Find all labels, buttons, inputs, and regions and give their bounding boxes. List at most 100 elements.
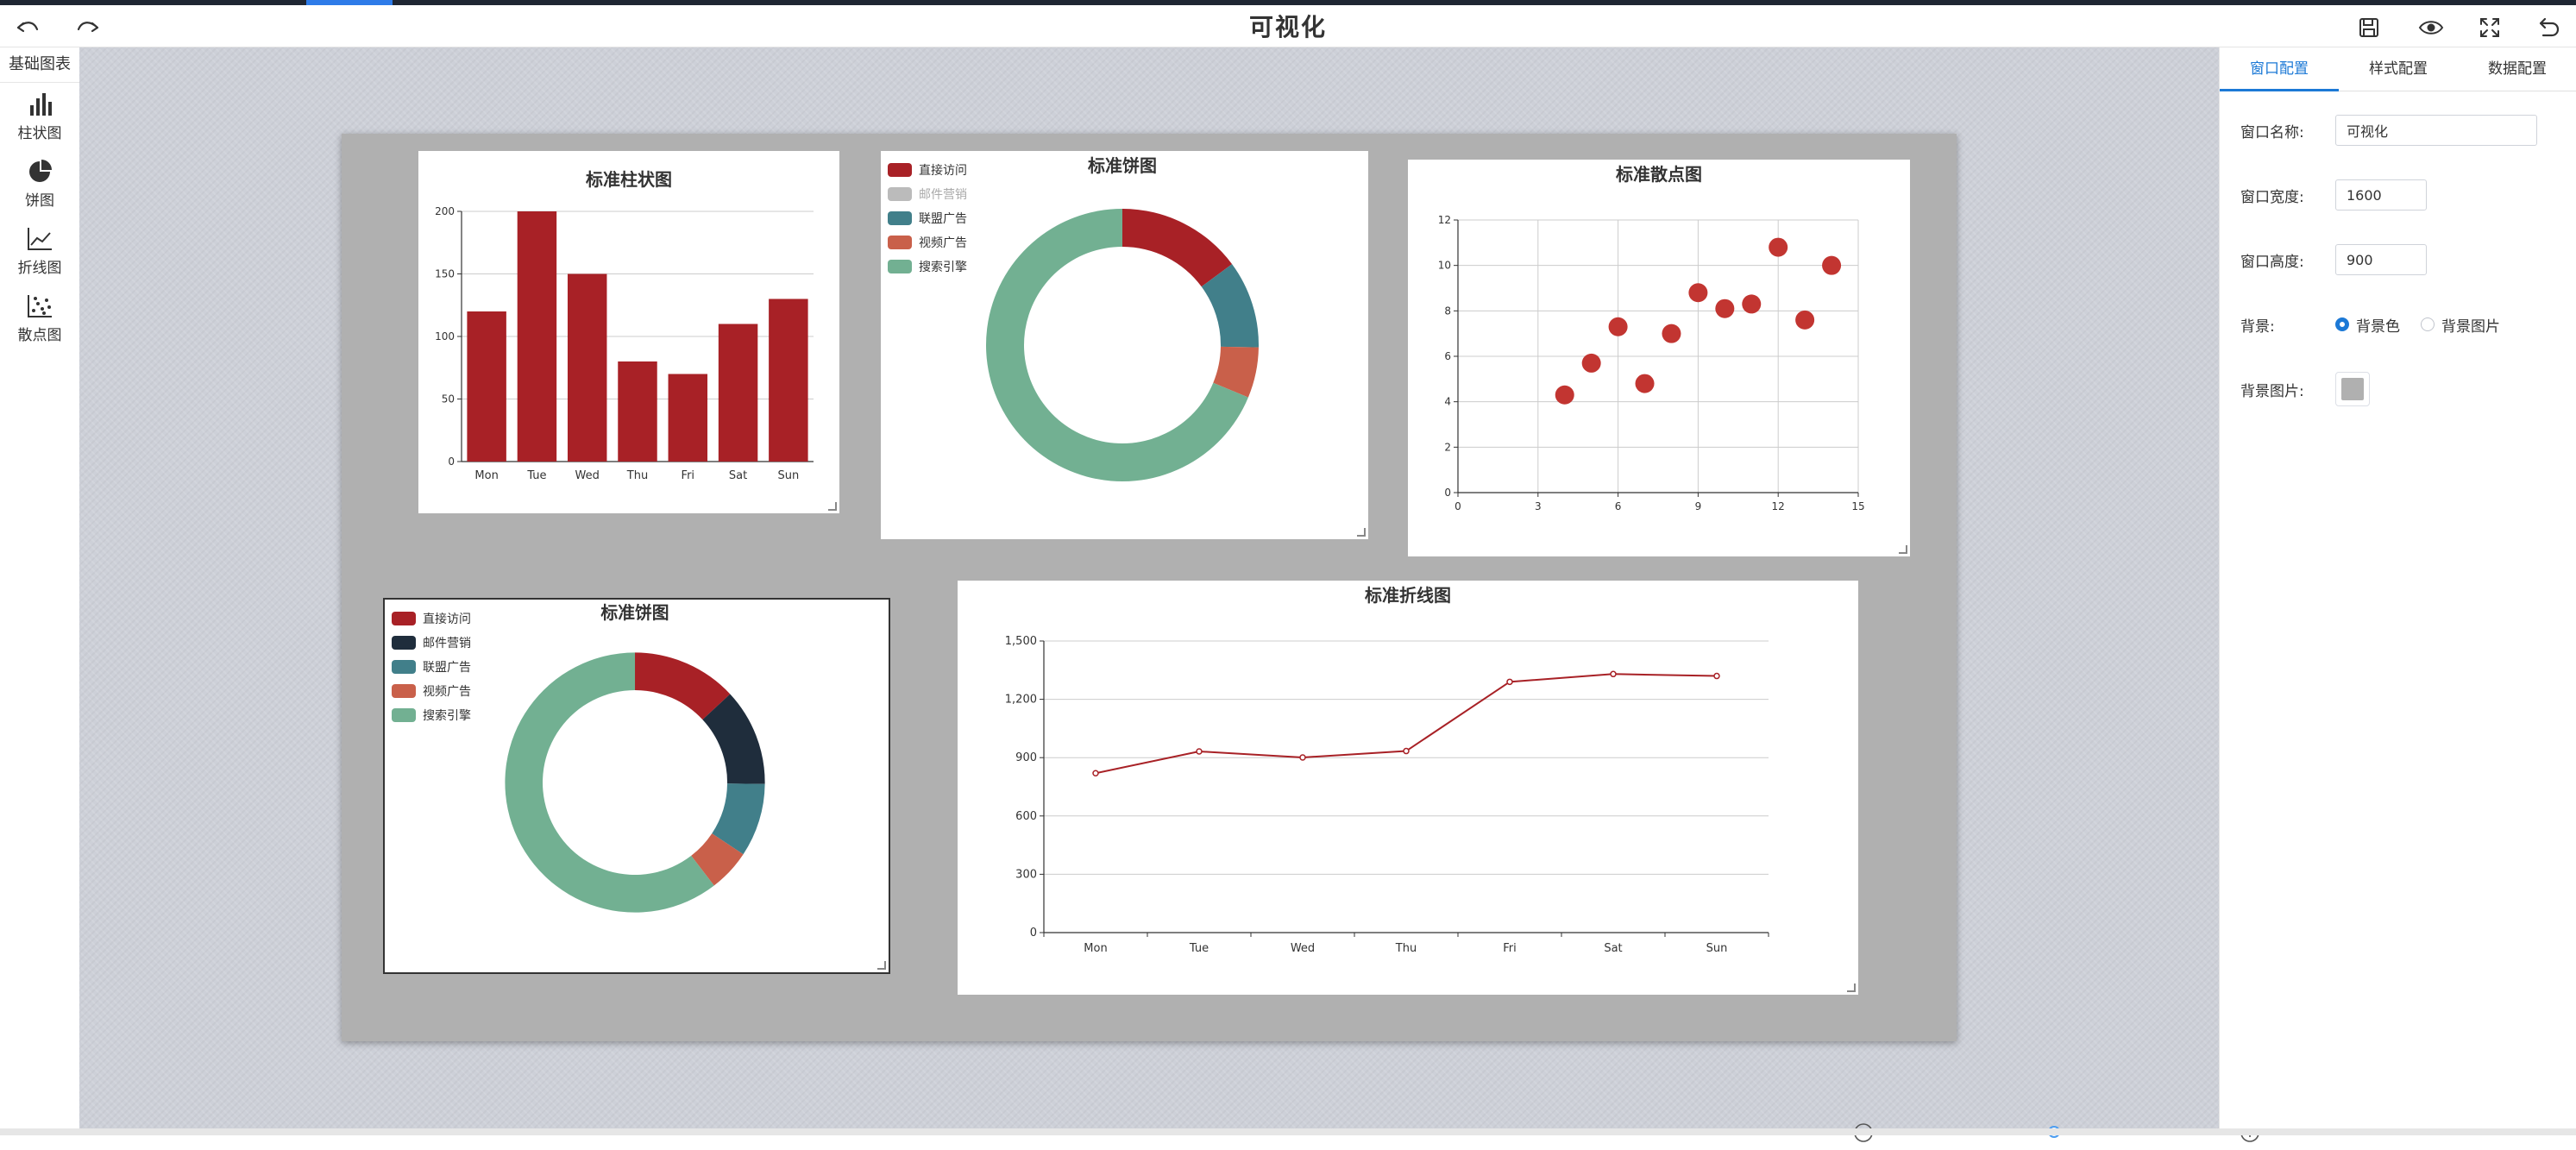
legend-item[interactable]: 联盟广告 bbox=[392, 655, 471, 679]
bar-chart-icon bbox=[30, 92, 52, 116]
form-row-bg-image: 背景图片: bbox=[2240, 372, 2370, 406]
background-color-swatch bbox=[2341, 378, 2364, 400]
legend-swatch bbox=[888, 211, 912, 225]
line-point bbox=[1713, 672, 1720, 680]
background-color-picker[interactable] bbox=[2335, 372, 2370, 406]
legend-item[interactable]: 邮件营销 bbox=[392, 631, 471, 655]
legend-swatch bbox=[888, 163, 912, 177]
radio-bg-color[interactable]: 背景色 bbox=[2335, 314, 2400, 336]
canvas-area: 标准柱状图 0 50 100 150 200 Mon Tue Wed Thu Fri Sat Sun 标… bbox=[79, 47, 2259, 1142]
tool-pie-chart[interactable]: 饼图 bbox=[0, 150, 79, 217]
pie-chart-card-2[interactable]: 标准饼图 直接访问 邮件营销联盟广告视频广告 搜索引擎 bbox=[383, 598, 890, 974]
y-tick-label: 100 bbox=[435, 330, 455, 342]
config-panel: 窗口配置 样式配置 数据配置 窗口名称: 窗口宽度: 窗口高度: 背景: 背景色… bbox=[2219, 47, 2576, 1128]
x-tick-label: Thu bbox=[626, 469, 648, 482]
window-height-input[interactable] bbox=[2335, 244, 2427, 275]
bottom-scrollbar[interactable] bbox=[0, 1128, 2576, 1135]
form-row-name: 窗口名称: bbox=[2240, 113, 2537, 148]
legend-item[interactable]: 搜索引擎 bbox=[888, 255, 967, 279]
legend-item[interactable]: 邮件营销 bbox=[888, 182, 967, 206]
y-tick-label: 0 bbox=[1444, 487, 1451, 499]
pie-chart-card-1[interactable]: 标准饼图 直接访问邮件营销 联盟广告 视频广告搜索引擎 bbox=[881, 151, 1368, 539]
config-tabs: 窗口配置 样式配置 数据配置 bbox=[2220, 47, 2576, 91]
legend-label: 联盟广告 bbox=[423, 661, 471, 675]
legend-swatch bbox=[392, 636, 416, 650]
window-width-input[interactable] bbox=[2335, 179, 2427, 211]
y-tick-label: 2 bbox=[1444, 441, 1451, 453]
x-tick-label: 0 bbox=[1454, 500, 1461, 512]
tool-scatter-chart[interactable]: 散点图 bbox=[0, 285, 79, 352]
line-chart-icon bbox=[28, 227, 52, 250]
x-tick-label: 3 bbox=[1535, 500, 1542, 512]
legend-swatch bbox=[392, 708, 416, 722]
radio-bg-image[interactable]: 背景图片 bbox=[2421, 314, 2500, 336]
x-tick-label: Wed bbox=[575, 469, 600, 482]
toolbox-header: 基础图表 bbox=[0, 47, 79, 83]
scatter-point bbox=[1662, 324, 1681, 343]
scatter-chart-card[interactable]: 标准散点图 0 2 4 6 8 10 12 0 3 6 9 12 15 bbox=[1408, 160, 1910, 556]
background-label: 背景: bbox=[2240, 317, 2275, 336]
y-tick-label: 0 bbox=[448, 456, 455, 468]
scatter-point bbox=[1795, 310, 1815, 330]
tab-data-config[interactable]: 数据配置 bbox=[2458, 47, 2576, 91]
legend-swatch bbox=[392, 612, 416, 625]
bar bbox=[769, 298, 808, 462]
bar bbox=[668, 374, 708, 462]
save-icon[interactable] bbox=[2353, 12, 2384, 43]
x-tick-label: Sat bbox=[729, 469, 747, 482]
line-chart-card[interactable]: 标准折线图 0 300 600 900 1,200 1,500 Mon Tue Wed Thu Fri… bbox=[958, 581, 1858, 995]
scatter-point bbox=[1581, 353, 1601, 373]
back-icon[interactable] bbox=[2533, 12, 2564, 43]
y-tick-label: 1,200 bbox=[1005, 694, 1037, 707]
preview-eye-icon[interactable] bbox=[2416, 12, 2447, 43]
tab-window-config[interactable]: 窗口配置 bbox=[2220, 47, 2339, 91]
legend-item[interactable]: 联盟广告 bbox=[888, 206, 967, 230]
y-tick-label: 10 bbox=[1438, 260, 1451, 272]
resize-handle[interactable] bbox=[1899, 545, 1907, 554]
legend-label: 搜索引擎 bbox=[919, 261, 967, 274]
chart-title: 标准饼图 bbox=[600, 603, 669, 623]
scatter-point bbox=[1822, 255, 1842, 275]
x-tick-label: Sat bbox=[1604, 942, 1622, 955]
scatter-point bbox=[1635, 374, 1655, 393]
legend-item[interactable]: 直接访问 bbox=[888, 158, 967, 182]
chart-title: 标准饼图 bbox=[1088, 155, 1157, 176]
legend-swatch bbox=[392, 684, 416, 698]
bar-chart: 标准柱状图 0 50 100 150 200 Mon Tue Wed Thu Fri Sat Sun bbox=[435, 169, 814, 482]
resize-handle[interactable] bbox=[877, 961, 886, 970]
bar-chart-card[interactable]: 标准柱状图 0 50 100 150 200 Mon Tue Wed Thu Fri Sat Sun bbox=[418, 151, 839, 513]
x-tick-label: 9 bbox=[1695, 500, 1702, 512]
bar bbox=[517, 211, 557, 462]
legend-swatch bbox=[888, 187, 912, 201]
y-tick-label: 6 bbox=[1444, 350, 1451, 362]
tool-line-chart-label: 折线图 bbox=[17, 259, 62, 277]
resize-handle[interactable] bbox=[1847, 983, 1856, 992]
fullscreen-icon[interactable] bbox=[2474, 12, 2505, 43]
x-tick-label: Sun bbox=[777, 469, 799, 482]
resize-handle[interactable] bbox=[828, 502, 837, 511]
window-name-input[interactable] bbox=[2335, 115, 2537, 146]
x-tick-label: 15 bbox=[1851, 500, 1864, 512]
legend-item[interactable]: 搜索引擎 bbox=[392, 703, 471, 727]
legend-swatch bbox=[888, 260, 912, 273]
window-name-label: 窗口名称: bbox=[2240, 123, 2304, 141]
x-tick-label: 12 bbox=[1772, 500, 1785, 512]
legend-item[interactable]: 视频广告 bbox=[392, 679, 471, 703]
scatter-point bbox=[1688, 283, 1708, 303]
line-point bbox=[1196, 748, 1203, 755]
y-tick-label: 12 bbox=[1438, 214, 1451, 226]
x-tick-label: Thu bbox=[1395, 942, 1417, 955]
legend-item[interactable]: 视频广告 bbox=[888, 230, 967, 255]
tab-style-config[interactable]: 样式配置 bbox=[2339, 47, 2458, 91]
scatter-point bbox=[1742, 294, 1762, 314]
x-tick-label: Mon bbox=[474, 469, 498, 482]
legend-item[interactable]: 直接访问 bbox=[392, 606, 471, 631]
tool-line-chart[interactable]: 折线图 bbox=[0, 217, 79, 285]
tool-bar-chart[interactable]: 柱状图 bbox=[0, 83, 79, 150]
radio-dot bbox=[2335, 317, 2349, 331]
y-tick-label: 300 bbox=[1015, 868, 1037, 881]
bar bbox=[618, 361, 657, 462]
resize-handle[interactable] bbox=[1357, 528, 1366, 537]
legend-label: 直接访问 bbox=[919, 164, 967, 178]
x-tick-label: Mon bbox=[1084, 942, 1107, 955]
